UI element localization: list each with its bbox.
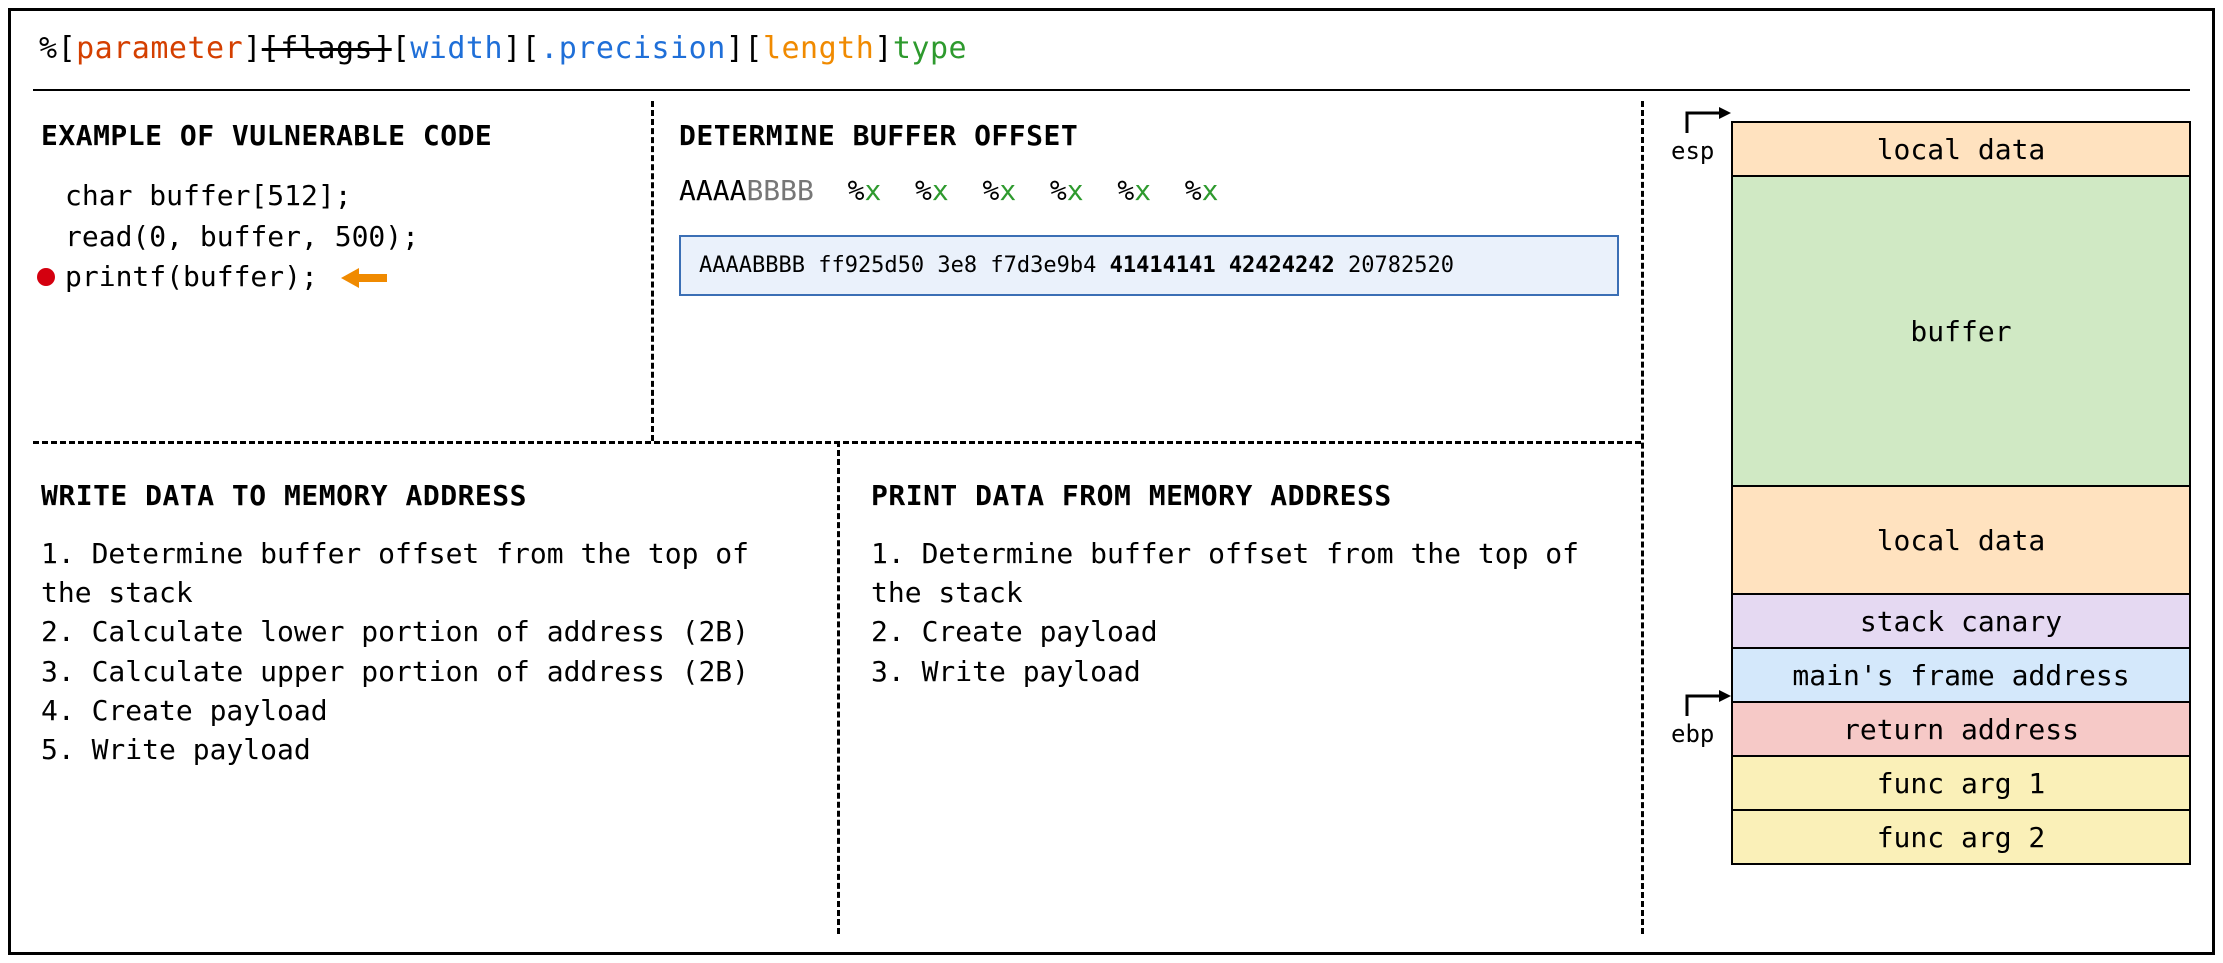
dashed-divider [837, 441, 840, 934]
esp-arrow-icon [1681, 105, 1731, 135]
arrow-left-icon [341, 266, 387, 290]
stack-cell-arg2: func arg 2 [1733, 811, 2189, 865]
x: x [999, 174, 1016, 207]
perc: % [1050, 174, 1067, 207]
section-example: EXAMPLE OF VULNERABLE CODE char buffer[5… [41, 119, 631, 298]
stack-column: local data buffer local data stack canar… [1731, 121, 2191, 865]
x: x [1202, 174, 1219, 207]
x: x [1134, 174, 1151, 207]
write-title: WRITE DATA TO MEMORY ADDRESS [41, 479, 811, 512]
perc: % [982, 174, 999, 207]
fmt-type: type [893, 31, 967, 66]
x: x [932, 174, 949, 207]
x: x [864, 174, 881, 207]
code-line-2: read(0, buffer, 500); [41, 217, 631, 258]
bracket: ] [874, 31, 893, 66]
stack-cell-buffer: buffer [1733, 177, 2189, 487]
section-write: WRITE DATA TO MEMORY ADDRESS 1. Determin… [41, 479, 811, 769]
offset-output: AAAABBBB ff925d50 3e8 f7d3e9b4 41414141 … [679, 235, 1619, 296]
diagram-frame: %[parameter][flags][width][.precision][l… [8, 8, 2215, 955]
perc: % [1117, 174, 1134, 207]
dashed-divider [1641, 101, 1644, 934]
code-block: char buffer[512]; read(0, buffer, 500); … [41, 176, 631, 298]
bracket: ] [503, 31, 522, 66]
bracket: [ [58, 31, 77, 66]
stack-cell-return: return address [1733, 703, 2189, 757]
offset-input-string: AAAABBBB %x %x %x %x %x %x [679, 174, 1619, 207]
format-string-header: %[parameter][flags][width][.precision][l… [39, 31, 967, 66]
code-line-1: char buffer[512]; [41, 176, 631, 217]
bracket: ] [243, 31, 262, 66]
output-pre: AAAABBBB ff925d50 3e8 f7d3e9b4 [699, 253, 1110, 278]
header-divider [33, 89, 2190, 91]
offset-bbbb: BBBB [746, 174, 813, 207]
stack-cell-arg1: func arg 1 [1733, 757, 2189, 811]
example-title: EXAMPLE OF VULNERABLE CODE [41, 119, 631, 152]
offset-aaaa: AAAA [679, 174, 746, 207]
fmt-percent: % [39, 31, 58, 66]
ebp-arrow-icon [1681, 688, 1731, 718]
perc: % [848, 174, 865, 207]
x: x [1067, 174, 1084, 207]
esp-label: esp [1671, 137, 1714, 165]
fmt-flags: [flags] [262, 31, 392, 66]
section-offset: DETERMINE BUFFER OFFSET AAAABBBB %x %x %… [679, 119, 1619, 296]
fmt-width: width [410, 31, 503, 66]
fmt-precision: .precision [540, 31, 726, 66]
perc: % [915, 174, 932, 207]
write-steps: 1. Determine buffer offset from the top … [41, 534, 811, 769]
offset-title: DETERMINE BUFFER OFFSET [679, 119, 1619, 152]
stack-cell-canary: stack canary [1733, 595, 2189, 649]
stack-cell-local-data-bottom: local data [1733, 487, 2189, 595]
stack-cell-main-frame: main's frame address [1733, 649, 2189, 703]
fmt-parameter: parameter [76, 31, 243, 66]
section-print: PRINT DATA FROM MEMORY ADDRESS 1. Determ… [871, 479, 1621, 691]
output-post: 20782520 [1335, 253, 1454, 278]
bracket: [ [744, 31, 763, 66]
code-line-3: printf(buffer); [41, 257, 631, 298]
fmt-length: length [763, 31, 874, 66]
bracket: [ [522, 31, 541, 66]
code-text: printf(buffer); [65, 260, 318, 293]
bracket: ] [726, 31, 745, 66]
breakpoint-icon [37, 268, 55, 286]
print-steps: 1. Determine buffer offset from the top … [871, 534, 1621, 691]
ebp-label: ebp [1671, 720, 1714, 748]
stack-cell-local-data-top: local data [1733, 123, 2189, 177]
output-bold: 41414141 42424242 [1110, 253, 1335, 278]
dashed-divider [651, 101, 654, 441]
perc: % [1185, 174, 1202, 207]
bracket: [ [392, 31, 411, 66]
print-title: PRINT DATA FROM MEMORY ADDRESS [871, 479, 1621, 512]
